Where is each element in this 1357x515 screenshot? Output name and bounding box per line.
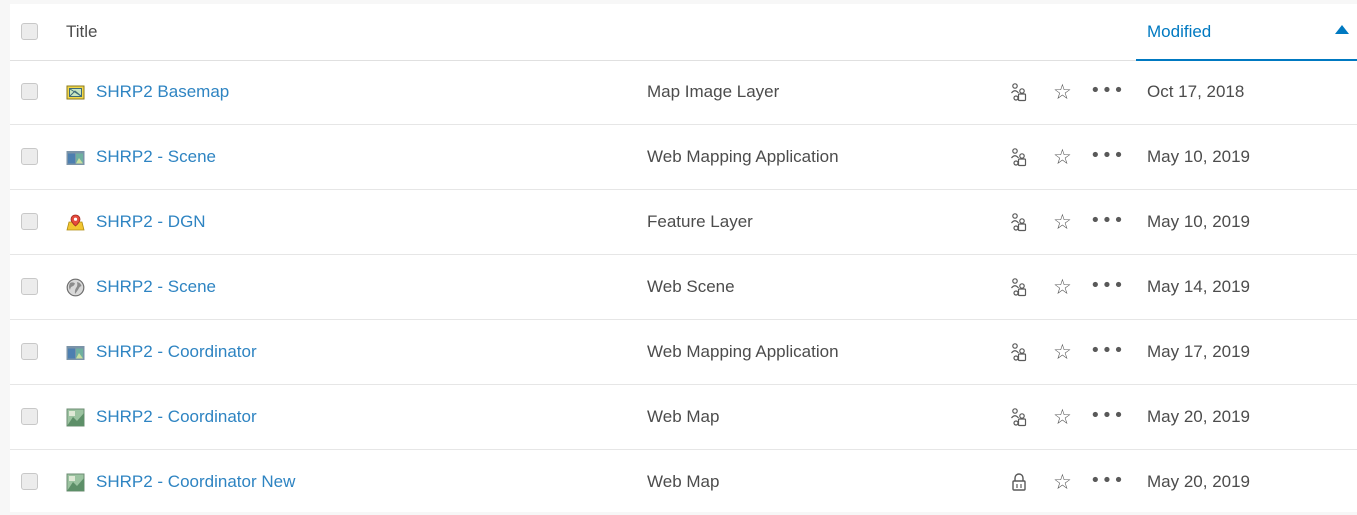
item-title-link[interactable]: SHRP2 - DGN [96,212,206,232]
item-type: Web Scene [647,277,735,296]
favorite-star-icon[interactable]: ☆ [1053,340,1072,364]
item-type: Web Mapping Application [647,147,839,166]
favorite-star-icon[interactable]: ☆ [1053,405,1072,429]
row-checkbox[interactable] [21,213,38,230]
web-scene-globe-icon [66,278,85,297]
shared-groups-icon[interactable] [1010,147,1028,167]
web-app-icon [66,346,85,360]
item-modified-date: Oct 17, 2018 [1147,82,1245,101]
item-title-link[interactable]: SHRP2 - Coordinator New [96,472,295,492]
table-row[interactable]: SHRP2 - Coordinator New Web Map ☆ ••• Ma… [10,451,1357,515]
shared-groups-icon[interactable] [1010,212,1028,232]
item-title-link[interactable]: SHRP2 - Scene [96,147,216,167]
private-lock-icon[interactable] [1010,472,1028,492]
table-row[interactable]: SHRP2 - Coordinator Web Map ☆ ••• May 20… [10,386,1357,450]
title-column-header[interactable]: Title [66,22,98,42]
row-checkbox[interactable] [21,408,38,425]
item-title-link[interactable]: SHRP2 Basemap [96,82,229,102]
row-checkbox[interactable] [21,83,38,100]
select-all-checkbox[interactable] [21,23,38,40]
web-app-icon [66,151,85,165]
row-checkbox[interactable] [21,473,38,490]
item-title-link[interactable]: SHRP2 - Coordinator [96,407,257,427]
list-header: Title Modified [10,4,1357,61]
shared-groups-icon[interactable] [1010,407,1028,427]
item-modified-date: May 10, 2019 [1147,147,1251,166]
item-modified-date: May 20, 2019 [1147,472,1251,491]
more-options-icon[interactable]: ••• [1090,210,1125,231]
shared-groups-icon[interactable] [1010,82,1028,102]
favorite-star-icon[interactable]: ☆ [1053,80,1072,104]
sort-ascending-icon[interactable] [1335,25,1349,34]
map-image-layer-icon [66,85,85,100]
favorite-star-icon[interactable]: ☆ [1053,145,1072,169]
more-options-icon[interactable]: ••• [1090,80,1125,101]
item-type: Web Map [647,407,720,426]
more-options-icon[interactable]: ••• [1090,470,1125,491]
table-row[interactable]: SHRP2 - Scene Web Mapping Application ☆ … [10,126,1357,190]
row-checkbox[interactable] [21,278,38,295]
table-row[interactable]: SHRP2 - DGN Feature Layer ☆ ••• May 10, … [10,191,1357,255]
modified-column-label: Modified [1147,22,1212,41]
item-modified-date: May 20, 2019 [1147,407,1251,426]
item-type: Web Map [647,472,720,491]
table-row[interactable]: SHRP2 Basemap Map Image Layer ☆ ••• Oct … [10,61,1357,125]
table-row[interactable]: SHRP2 - Coordinator Web Mapping Applicat… [10,321,1357,385]
item-modified-date: May 17, 2019 [1147,342,1251,361]
table-row[interactable]: SHRP2 - Scene Web Scene ☆ ••• May 14, 20… [10,256,1357,320]
web-map-icon [66,473,85,492]
content-list-panel: Title Modified SHRP2 Basemap Map Image L… [10,4,1357,512]
shared-groups-icon[interactable] [1010,342,1028,362]
item-type: Web Mapping Application [647,342,839,361]
feature-layer-icon [66,214,85,231]
shared-groups-icon[interactable] [1010,277,1028,297]
more-options-icon[interactable]: ••• [1090,275,1125,296]
favorite-star-icon[interactable]: ☆ [1053,275,1072,299]
item-title-link[interactable]: SHRP2 - Coordinator [96,342,257,362]
item-modified-date: May 14, 2019 [1147,277,1251,296]
row-checkbox[interactable] [21,343,38,360]
favorite-star-icon[interactable]: ☆ [1053,470,1072,494]
more-options-icon[interactable]: ••• [1090,340,1125,361]
favorite-star-icon[interactable]: ☆ [1053,210,1072,234]
more-options-icon[interactable]: ••• [1090,145,1125,166]
row-checkbox[interactable] [21,148,38,165]
item-modified-date: May 10, 2019 [1147,212,1251,231]
item-type: Feature Layer [647,212,753,231]
item-type: Map Image Layer [647,82,780,101]
modified-column-header[interactable]: Modified [1136,4,1357,61]
more-options-icon[interactable]: ••• [1090,405,1125,426]
item-title-link[interactable]: SHRP2 - Scene [96,277,216,297]
web-map-icon [66,408,85,427]
